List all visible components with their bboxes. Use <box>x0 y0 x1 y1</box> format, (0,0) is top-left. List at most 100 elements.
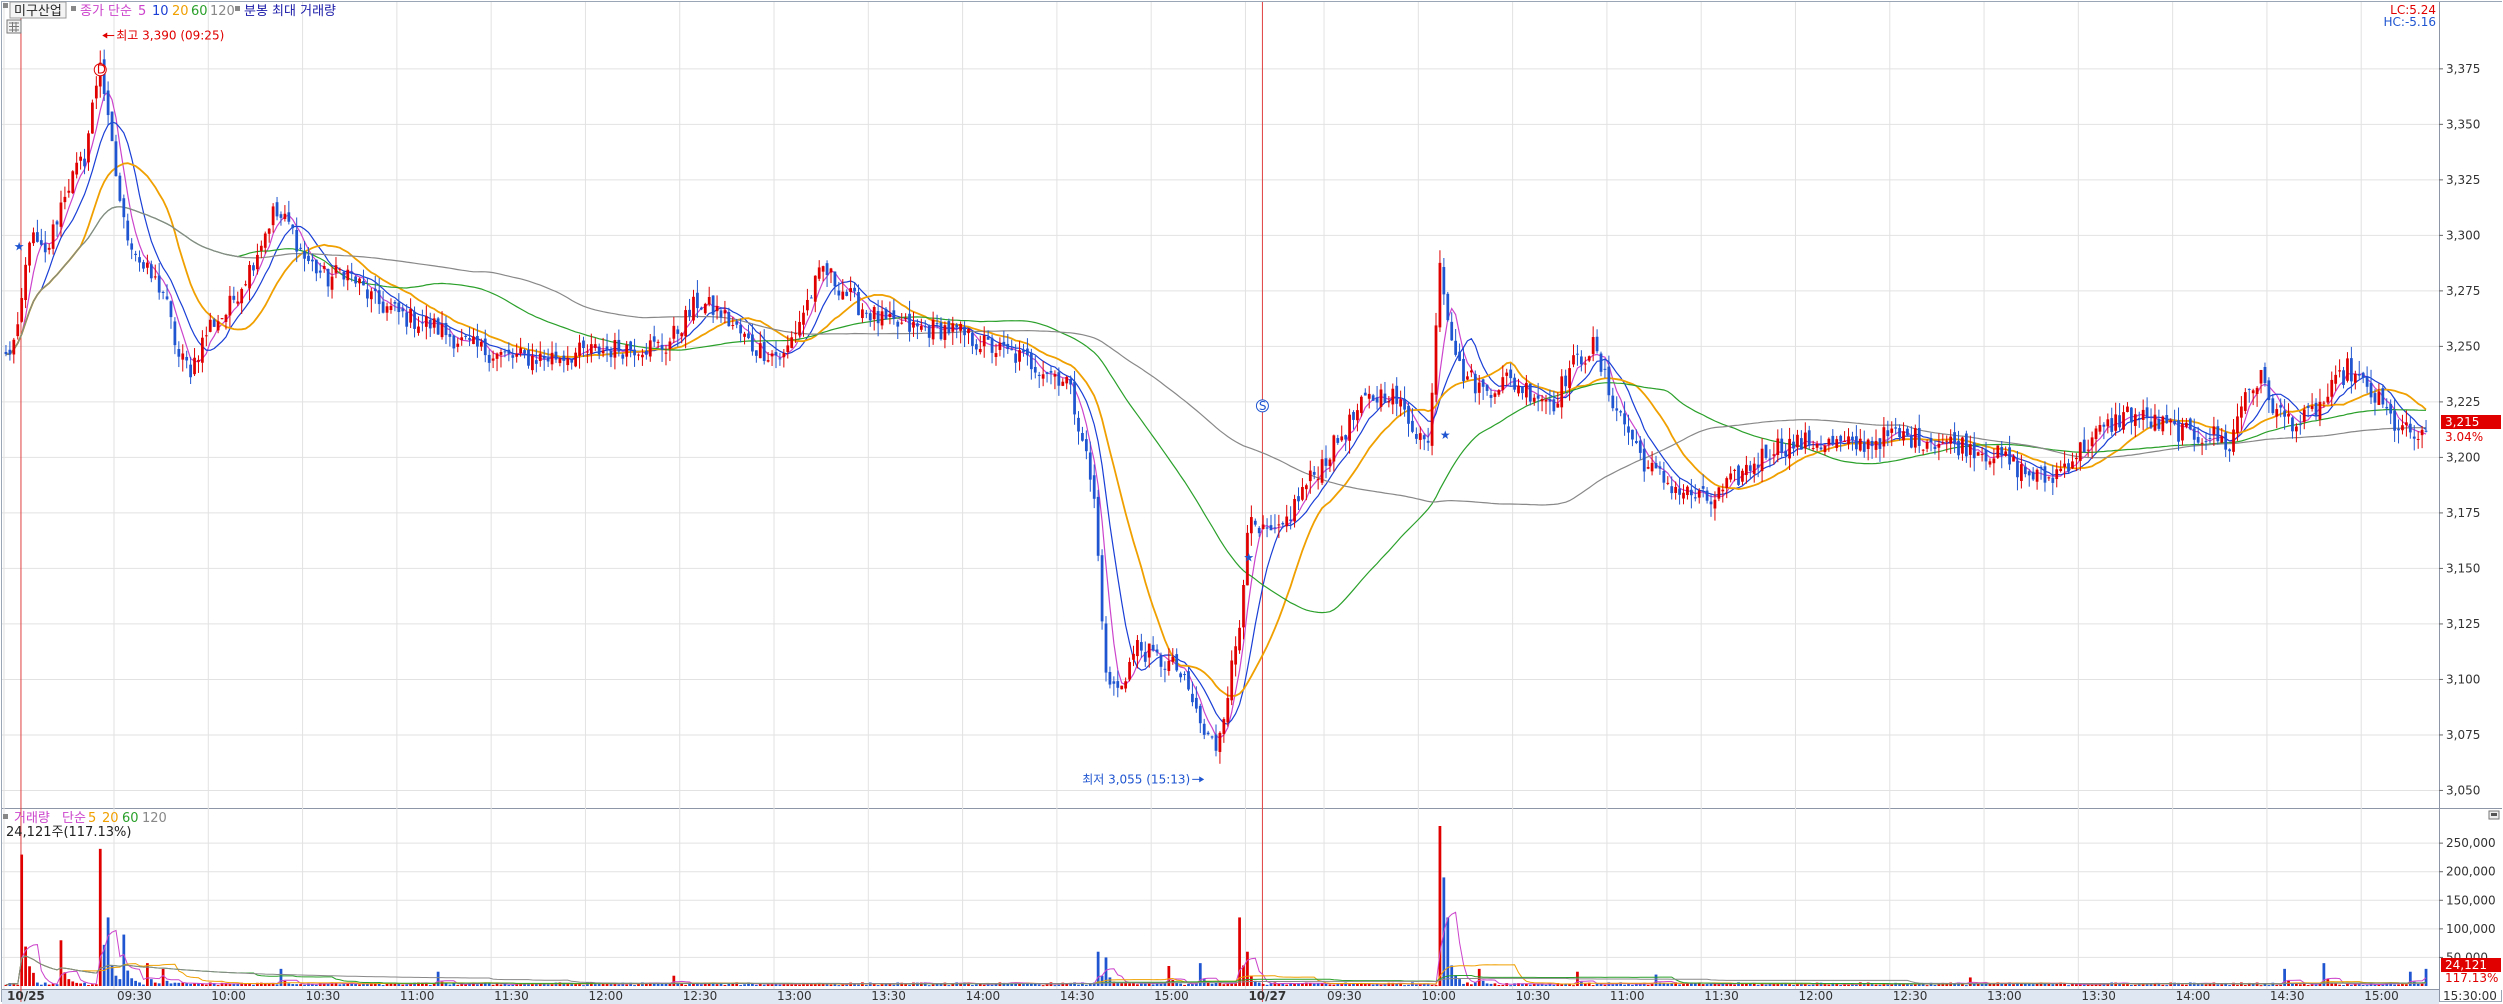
ma-legend-5[interactable]: 5 <box>138 4 146 19</box>
candle-body <box>464 335 467 337</box>
ma-legend-10[interactable]: 10 <box>152 4 169 19</box>
volume-bar <box>1552 984 1556 986</box>
candle-body <box>32 232 35 244</box>
candle-body <box>1619 411 1623 413</box>
candle-body <box>2353 373 2357 383</box>
candle-body <box>2027 471 2031 476</box>
candle-body <box>534 360 538 364</box>
candle-body <box>24 264 27 301</box>
candle-body <box>2004 451 2008 456</box>
volume-ma-label[interactable]: 단순 <box>62 811 86 826</box>
candle-body <box>1992 458 1996 464</box>
candle-body <box>1187 671 1190 690</box>
volume-bar <box>723 984 727 986</box>
candle-body <box>2283 410 2286 417</box>
volume-bar <box>743 984 746 986</box>
candle-body <box>2271 398 2275 414</box>
chart-canvas[interactable]: 3,375 3,350 3,325 3,300 3,275 3,250 3,225 3,200… <box>0 0 2503 1004</box>
candle-body <box>311 259 314 262</box>
candle-body <box>554 351 558 360</box>
price-tick-label: 3,075 <box>2446 728 2480 742</box>
ma-legend-60[interactable]: 60 <box>191 4 208 19</box>
candle-body <box>479 341 483 347</box>
candle-body <box>252 265 255 271</box>
x-axis-band <box>2 990 2439 1004</box>
candle-body <box>1917 427 1921 446</box>
volume-bar <box>2279 984 2283 986</box>
candle-body <box>393 301 397 304</box>
candle-body <box>1383 393 1387 403</box>
candle-body <box>2110 418 2114 432</box>
volume-tick-label: 250,000 <box>2446 836 2496 850</box>
candle-body <box>1234 646 1238 665</box>
symbol-name[interactable]: 미구산업 <box>14 4 62 19</box>
volume-bar <box>2043 983 2047 986</box>
volume-ma-5[interactable]: 5 <box>88 811 96 826</box>
volume-bar <box>2004 983 2008 986</box>
candle-body <box>2334 374 2338 384</box>
ma-legend-label[interactable]: 종가 단순 <box>80 4 132 19</box>
max-volume-legend[interactable]: 분봉 최대 거래량 <box>244 4 336 19</box>
volume-bar <box>118 979 122 986</box>
candle-body <box>747 333 750 339</box>
volume-bar <box>908 984 911 986</box>
candle-body <box>1741 470 1744 482</box>
volume-legend-label[interactable]: 거래량 <box>14 811 50 826</box>
volume-bar <box>436 971 440 986</box>
candle-body <box>648 340 652 357</box>
volume-bar <box>2023 983 2027 986</box>
candle-body <box>751 334 754 352</box>
scroll-marker-icon[interactable] <box>2488 810 2500 820</box>
candle-body <box>1505 372 1509 376</box>
candle-body <box>1304 485 1308 490</box>
time-tick-label: 11:00 <box>1610 989 1645 1003</box>
candle-body <box>1403 398 1406 410</box>
candle-body <box>1407 405 1410 424</box>
volume-bar <box>566 984 570 986</box>
candle-body <box>1297 496 1300 502</box>
candle-body <box>519 348 522 354</box>
candle-body <box>2086 449 2090 451</box>
grid-menu-icon[interactable] <box>6 19 22 34</box>
candle-body <box>2381 388 2385 405</box>
candle-body <box>271 206 275 226</box>
ma-legend-120[interactable]: 120 <box>210 4 235 19</box>
volume-bar <box>1128 983 1131 986</box>
candle-body <box>896 321 900 327</box>
volume-ma-60[interactable]: 60 <box>122 811 139 826</box>
volume-bar <box>1183 984 1186 986</box>
volume-bar <box>1328 984 1332 986</box>
volume-bar <box>338 984 342 986</box>
ma-legend-20[interactable]: 20 <box>172 4 189 19</box>
volume-bar <box>1521 984 1524 986</box>
candle-body <box>892 310 896 319</box>
candle-body <box>699 307 703 310</box>
volume-ma-20[interactable]: 20 <box>102 811 119 826</box>
candle-body <box>1497 390 1501 395</box>
candle-body <box>727 312 731 327</box>
volume-ma-120[interactable]: 120 <box>142 811 167 826</box>
volume-bar <box>185 983 189 986</box>
candle-body <box>1803 432 1807 449</box>
candle-body <box>381 301 385 313</box>
volume-bar <box>1788 984 1791 986</box>
candle-body <box>1081 433 1084 441</box>
candle-body <box>1945 440 1949 442</box>
candle-body <box>672 325 676 339</box>
candle-body <box>1941 442 1945 444</box>
candle-body <box>1701 486 1705 489</box>
candle-body <box>220 318 224 320</box>
candle-body <box>978 348 982 353</box>
volume-bars <box>4 826 2428 987</box>
volume-bar <box>1053 985 1057 987</box>
candle-body <box>1092 475 1096 499</box>
candle-body <box>295 229 299 252</box>
volume-bar <box>1084 984 1088 986</box>
candle-body <box>990 337 994 353</box>
volume-bar <box>228 984 232 986</box>
volume-bar <box>134 980 137 986</box>
volume-bar <box>1666 983 1670 986</box>
candle-body <box>1163 668 1167 670</box>
candle-body <box>491 358 495 361</box>
volume-ma-60-line <box>5 955 2427 986</box>
